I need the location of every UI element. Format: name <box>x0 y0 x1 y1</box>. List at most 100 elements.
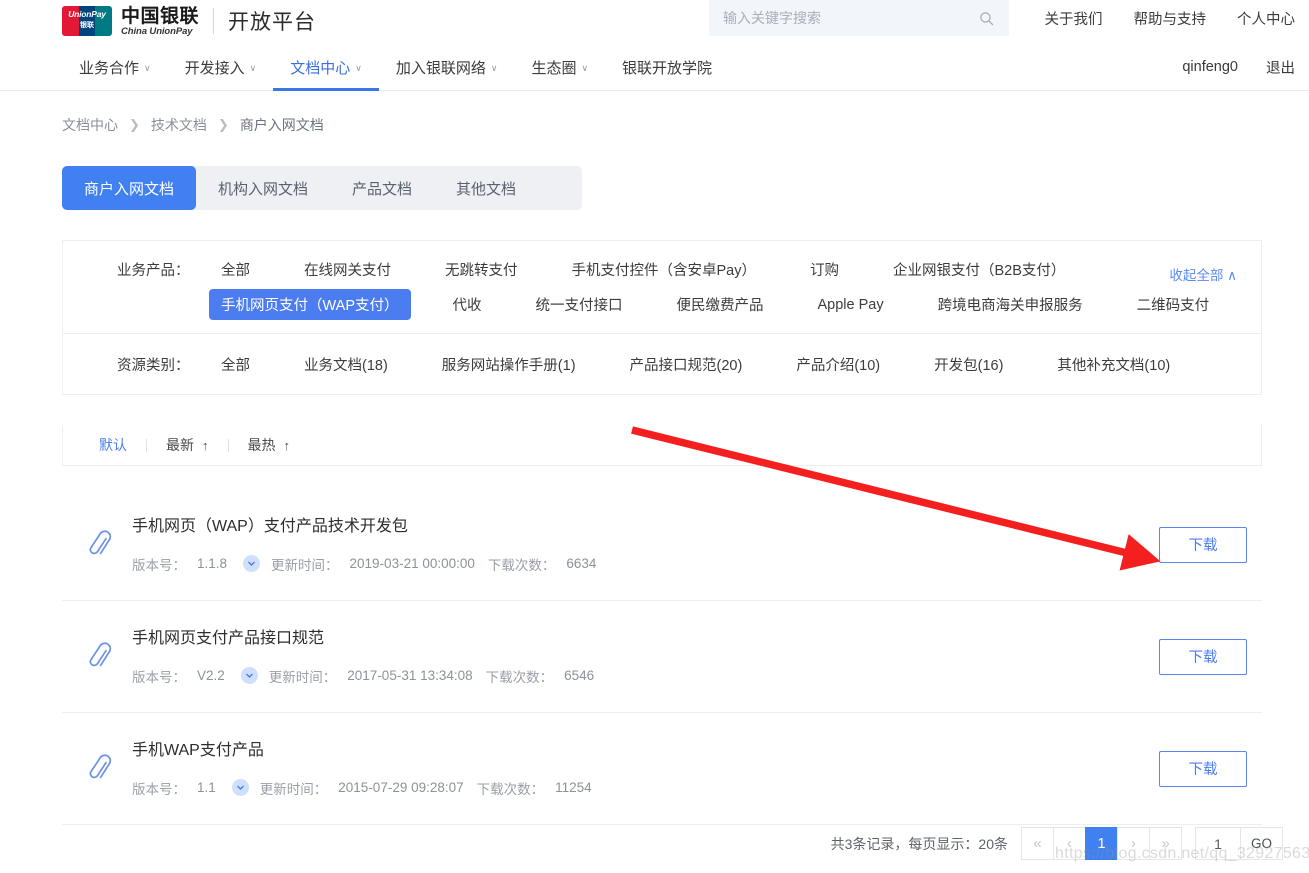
sort-label: 默认 <box>99 437 127 453</box>
nav-label: 文档中心 <box>290 60 351 77</box>
filter-option-resource-1[interactable]: 业务文档(18) <box>292 349 400 380</box>
meta-value-downloads: 6634 <box>566 556 597 571</box>
meta-value-updated: 2015-07-29 09:28:07 <box>338 780 464 795</box>
document-title[interactable]: 手机网页（WAP）支付产品技术开发包 <box>132 516 596 538</box>
nav-item-developer-access[interactable]: 开发接入 ∨ <box>168 45 274 91</box>
breadcrumb-item-1[interactable]: 技术文档 <box>151 115 207 135</box>
nav-item-document-center[interactable]: 文档中心 ∨ <box>273 45 379 91</box>
version-history-icon[interactable] <box>231 779 249 796</box>
filter-option-product-5[interactable]: 企业网银支付（B2B支付） <box>881 254 1077 285</box>
chevron-down-icon: ∨ <box>490 63 498 73</box>
logo-card-line1: UnionPay <box>68 9 106 19</box>
filter-option-resource-6[interactable]: 其他补充文档(10) <box>1045 349 1182 380</box>
tab-institution-onboarding-docs[interactable]: 机构入网文档 <box>196 166 330 210</box>
filter-option-product-9[interactable]: 便民缴费产品 <box>665 289 776 320</box>
filter-option-product-3[interactable]: 手机支付控件（含安卓Pay） <box>560 254 769 285</box>
chevron-down-icon: ∨ <box>581 63 589 73</box>
nav-item-join-unionpay-network[interactable]: 加入银联网络 ∨ <box>379 45 515 91</box>
sort-divider <box>146 438 147 452</box>
filter-row-resource: 资源类别： 全部 业务文档(18) 服务网站操作手册(1) 产品接口规范(20)… <box>63 334 1261 394</box>
breadcrumb-item-0[interactable]: 文档中心 <box>62 115 118 135</box>
brand-name-en: China UnionPay <box>121 25 193 37</box>
collapse-all-button[interactable]: 收起全部 ∧ <box>1169 264 1237 284</box>
table-row[interactable]: 手机WAP支付产品 版本号： 1.1 更新时间： 2015-07-29 09:2… <box>62 713 1262 825</box>
platform-title: 开放平台 <box>228 10 317 34</box>
document-meta: 版本号： 1.1 更新时间： 2015-07-29 09:28:07 下载次数：… <box>132 778 592 798</box>
logo-divider <box>213 8 215 34</box>
nav-label: 银联开放学院 <box>622 60 713 77</box>
document-title[interactable]: 手机WAP支付产品 <box>132 740 592 762</box>
meta-value-version: V2.2 <box>197 668 225 683</box>
top-link-about[interactable]: 关于我们 <box>1045 8 1103 29</box>
filter-option-resource-0[interactable]: 全部 <box>209 349 262 380</box>
meta-label-version: 版本号： <box>132 557 186 573</box>
nav-label: 业务合作 <box>79 60 140 77</box>
download-button[interactable]: 下载 <box>1159 526 1247 563</box>
document-title[interactable]: 手机网页支付产品接口规范 <box>132 628 594 650</box>
top-link-help[interactable]: 帮助与支持 <box>1134 8 1207 29</box>
filter-option-product-10[interactable]: Apple Pay <box>806 292 896 318</box>
search-box[interactable] <box>709 0 1009 36</box>
filter-option-product-1[interactable]: 在线网关支付 <box>292 254 403 285</box>
meta-value-version: 1.1.8 <box>197 556 228 571</box>
download-button[interactable]: 下载 <box>1159 638 1247 675</box>
brand-name-cn: 中国银联 <box>121 4 200 27</box>
nav-item-ecosystem[interactable]: 生态圈 ∨ <box>514 45 605 91</box>
nav-label: 加入银联网络 <box>395 60 486 77</box>
meta-value-downloads: 6546 <box>564 668 595 683</box>
search-icon[interactable] <box>978 10 995 27</box>
nav-label: 生态圈 <box>531 60 577 77</box>
chevron-right-icon: ❯ <box>217 117 229 132</box>
tab-other-docs[interactable]: 其他文档 <box>434 166 538 210</box>
meta-label-downloads: 下载次数： <box>485 669 554 685</box>
sort-hottest[interactable]: 最热 ↑ <box>248 435 291 455</box>
download-button[interactable]: 下载 <box>1159 750 1247 787</box>
filter-option-product-12[interactable]: 二维码支付 <box>1125 289 1222 320</box>
sort-label: 最新 <box>166 437 194 453</box>
filter-option-resource-3[interactable]: 产品接口规范(20) <box>618 349 755 380</box>
filter-option-resource-4[interactable]: 产品介绍(10) <box>784 349 892 380</box>
sort-label: 最热 <box>247 437 276 453</box>
filter-label-product: 业务产品： <box>117 263 190 279</box>
meta-value-updated: 2019-03-21 00:00:00 <box>349 556 475 571</box>
chevron-down-icon: ∨ <box>144 63 151 73</box>
nav-item-business-cooperation[interactable]: 业务合作 ∨ <box>62 45 168 91</box>
top-link-personal-center[interactable]: 个人中心 <box>1237 8 1295 29</box>
main-nav: 业务合作 ∨ 开发接入 ∨ 文档中心 ∨ 加入银联网络 ∨ 生态圈 ∨ 银联开放… <box>0 44 1309 91</box>
site-logo[interactable]: UnionPay 银联 中国银联 China UnionPay 开放平台 <box>62 4 316 38</box>
filter-option-product-6[interactable]: 手机网页支付（WAP支付） <box>209 289 411 320</box>
version-history-icon[interactable] <box>243 555 261 572</box>
table-row[interactable]: 手机网页（WAP）支付产品技术开发包 版本号： 1.1.8 更新时间： 2019… <box>62 489 1262 601</box>
filter-option-product-8[interactable]: 统一支付接口 <box>524 289 635 320</box>
top-bar: UnionPay 银联 中国银联 China UnionPay 开放平台 关于我… <box>0 0 1309 44</box>
meta-label-downloads: 下载次数： <box>487 557 556 573</box>
table-row[interactable]: 手机网页支付产品接口规范 版本号： V2.2 更新时间： 2017-05-31 … <box>62 601 1262 713</box>
username-label[interactable]: qinfeng0 <box>1182 59 1238 75</box>
filter-option-product-2[interactable]: 无跳转支付 <box>433 254 530 285</box>
filter-option-product-4[interactable]: 订购 <box>798 254 851 285</box>
search-input[interactable] <box>723 10 978 26</box>
meta-label-version: 版本号： <box>132 669 186 685</box>
meta-value-version: 1.1 <box>197 780 216 795</box>
sort-default[interactable]: 默认 <box>99 435 127 455</box>
version-history-icon[interactable] <box>240 667 258 684</box>
meta-value-updated: 2017-05-31 13:34:08 <box>347 668 473 683</box>
paperclip-icon <box>89 641 112 666</box>
tab-product-docs[interactable]: 产品文档 <box>330 166 434 210</box>
top-links: 关于我们 帮助与支持 个人中心 <box>1045 0 1296 36</box>
document-meta: 版本号： V2.2 更新时间： 2017-05-31 13:34:08 下载次数… <box>132 666 594 686</box>
meta-label-updated: 更新时间： <box>259 781 328 797</box>
filter-row-product: 业务产品： 全部 在线网关支付 无跳转支付 手机支付控件（含安卓Pay） 订购 … <box>63 241 1261 334</box>
filter-option-resource-5[interactable]: 开发包(16) <box>922 349 1015 380</box>
tab-merchant-onboarding-docs[interactable]: 商户入网文档 <box>62 166 197 210</box>
pagination-first-button[interactable]: « <box>1021 827 1054 860</box>
filter-option-product-0[interactable]: 全部 <box>209 254 262 285</box>
filter-option-resource-2[interactable]: 服务网站操作手册(1) <box>430 349 588 380</box>
breadcrumb-item-2: 商户入网文档 <box>239 117 324 133</box>
filter-option-product-11[interactable]: 跨境电商海关申报服务 <box>926 289 1095 320</box>
filter-option-product-7[interactable]: 代收 <box>441 289 494 320</box>
sort-newest[interactable]: 最新 ↑ <box>166 435 209 455</box>
logout-button[interactable]: 退出 <box>1266 57 1295 78</box>
nav-item-open-academy[interactable]: 银联开放学院 <box>605 45 729 91</box>
chevron-right-icon: ❯ <box>129 117 140 132</box>
